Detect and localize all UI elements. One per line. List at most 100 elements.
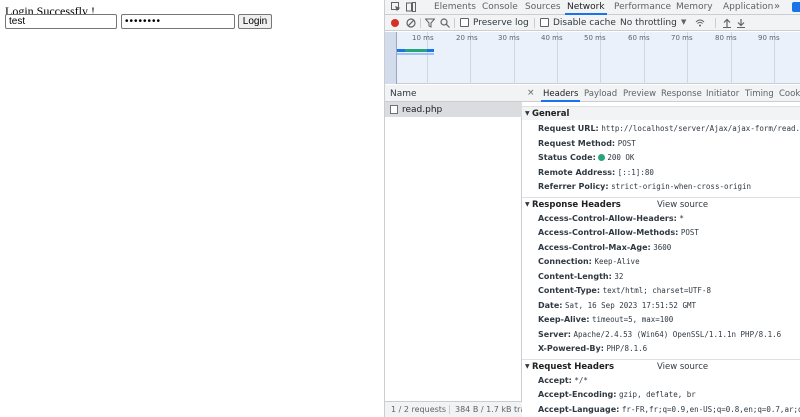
tab-timing[interactable]: Timing [745,89,774,99]
header-row: Accept-Language: fr-FR,fr;q=0.9,en-US;q=… [538,405,800,417]
tab-cookies[interactable]: Cooki [779,89,800,99]
network-status-bar: 1 / 2 requests 384 B / 1.7 kB transf [385,401,522,417]
header-row: Keep-Alive: timeout=5, max=100 [538,315,673,327]
header-value: strict-origin-when-cross-origin [611,182,752,191]
inspect-element-icon[interactable] [391,2,401,12]
header-key: Referrer Policy: [538,182,609,191]
timeline-tick-label: 30 ms [498,34,520,42]
header-key: X-Powered-By: [538,344,604,353]
timeline-tick-label: 40 ms [541,34,563,42]
tab-preview[interactable]: Preview [623,89,656,99]
header-key: Access-Control-Allow-Headers: [538,214,677,223]
network-conditions-icon[interactable] [695,18,705,28]
tab-headers[interactable]: Headers [540,89,581,102]
tab-console[interactable]: Console [482,2,518,12]
header-key: Connection: [538,257,592,266]
transfer-size: 384 B / 1.7 kB transf [455,405,522,414]
timeline-tick-label: 90 ms [758,34,780,42]
status-divider [449,405,450,414]
request-list: Name read.php 1 / 2 requests 384 B / 1.7… [385,85,522,417]
preserve-log-label: Preserve log [473,18,529,28]
header-row: X-Powered-By: PHP/8.1.6 [538,344,647,356]
username-input[interactable] [5,14,117,29]
network-overview-timeline[interactable]: 10 ms 20 ms 30 ms 40 ms 50 ms 60 ms 70 m… [385,32,800,84]
general-section-header[interactable]: ▼ General [522,106,800,120]
details-tab-strip: × Headers Payload Preview Response Initi… [522,85,800,102]
disable-cache-label: Disable cache [553,18,616,28]
header-row: Request Method: POST [538,139,636,151]
preserve-log-checkbox[interactable] [460,18,469,27]
tab-sources[interactable]: Sources [525,2,561,12]
header-key: Content-Length: [538,272,612,281]
tab-memory[interactable]: Memory [676,2,713,12]
header-row: Access-Control-Allow-Methods: POST [538,228,699,240]
login-button[interactable]: Login [238,14,272,29]
export-har-icon[interactable] [736,18,746,28]
column-header-label: Name [390,89,417,99]
tab-initiator[interactable]: Initiator [706,89,739,99]
timeline-tick-label: 70 ms [671,34,693,42]
header-row: Remote Address: [::1]:80 [538,168,654,180]
request-count: 1 / 2 requests [391,405,447,414]
view-source-link[interactable]: View source [657,200,708,210]
tab-network[interactable]: Network [565,2,607,15]
header-key: Accept-Encoding: [538,390,617,399]
header-value: Sat, 16 Sep 2023 17:51:52 GMT [565,301,696,310]
column-header-name[interactable]: Name [385,85,522,102]
section-title: Response Headers [532,200,621,210]
header-value: [::1]:80 [617,168,654,177]
header-key: Status Code: [538,153,596,162]
header-row: Accept: */* [538,376,588,388]
request-headers-section-header[interactable]: ▼ Request Headers View source [522,359,800,373]
import-har-icon[interactable] [722,18,732,28]
header-value: PHP/8.1.6 [606,344,648,353]
header-key: Server: [538,330,571,339]
header-value: text/html; charset=UTF-8 [602,286,711,295]
clear-icon[interactable] [406,18,416,28]
password-input[interactable] [121,14,235,29]
response-headers-section-header[interactable]: ▼ Response Headers View source [522,197,800,211]
header-row: Access-Control-Allow-Headers: * [538,214,684,226]
record-icon[interactable] [391,19,399,27]
header-value: timeout=5, max=100 [592,315,674,324]
view-source-link[interactable]: View source [657,362,708,372]
header-value: fr-FR,fr;q=0.9,en-US;q=0.8,en;q=0.7,ar;q… [621,405,800,414]
device-toolbar-icon[interactable] [406,2,416,12]
disable-cache-checkbox[interactable] [540,18,549,27]
devtools-panel: Elements Console Sources Network Perform… [384,0,800,417]
header-row: Content-Type: text/html; charset=UTF-8 [538,286,711,298]
toolbar-divider [420,18,421,28]
header-value: http://localhost/server/Ajax/ajax-form/r… [601,124,800,133]
header-key: Access-Control-Max-Age: [538,243,651,252]
header-value: * [679,214,684,223]
close-icon[interactable]: × [527,88,535,98]
section-title: General [532,109,570,119]
toolbar-divider [715,18,716,28]
header-row: Server: Apache/2.4.53 (Win64) OpenSSL/1.… [538,330,781,342]
search-icon[interactable] [440,18,450,28]
more-tabs-icon[interactable]: » [774,1,780,12]
header-row: Date: Sat, 16 Sep 2023 17:51:52 GMT [538,301,696,313]
tab-payload[interactable]: Payload [584,89,617,99]
timeline-tick-label: 50 ms [584,34,606,42]
tab-elements[interactable]: Elements [434,2,476,12]
issues-badge[interactable] [792,2,800,12]
header-row: Connection: Keep-Alive [538,257,640,269]
toolbar-divider [454,18,455,28]
toolbar-divider [534,18,535,28]
request-row[interactable]: read.php [385,102,522,117]
web-page: Login Successfly ! Login [0,0,384,417]
header-value: 3600 [653,243,672,252]
header-key: Date: [538,301,563,310]
timeline-tick-label: 20 ms [456,34,478,42]
timeline-selection-handle[interactable] [385,32,397,84]
header-key: Accept: [538,376,572,385]
chevron-down-icon[interactable]: ▼ [681,18,686,26]
throttling-select[interactable]: No throttling [620,18,677,28]
header-value: 200 OK [607,153,635,162]
request-name: read.php [402,105,443,115]
tab-application[interactable]: Application [723,2,773,12]
tab-response[interactable]: Response [661,89,702,99]
filter-icon[interactable] [425,18,435,28]
tab-performance[interactable]: Performance [614,2,671,12]
